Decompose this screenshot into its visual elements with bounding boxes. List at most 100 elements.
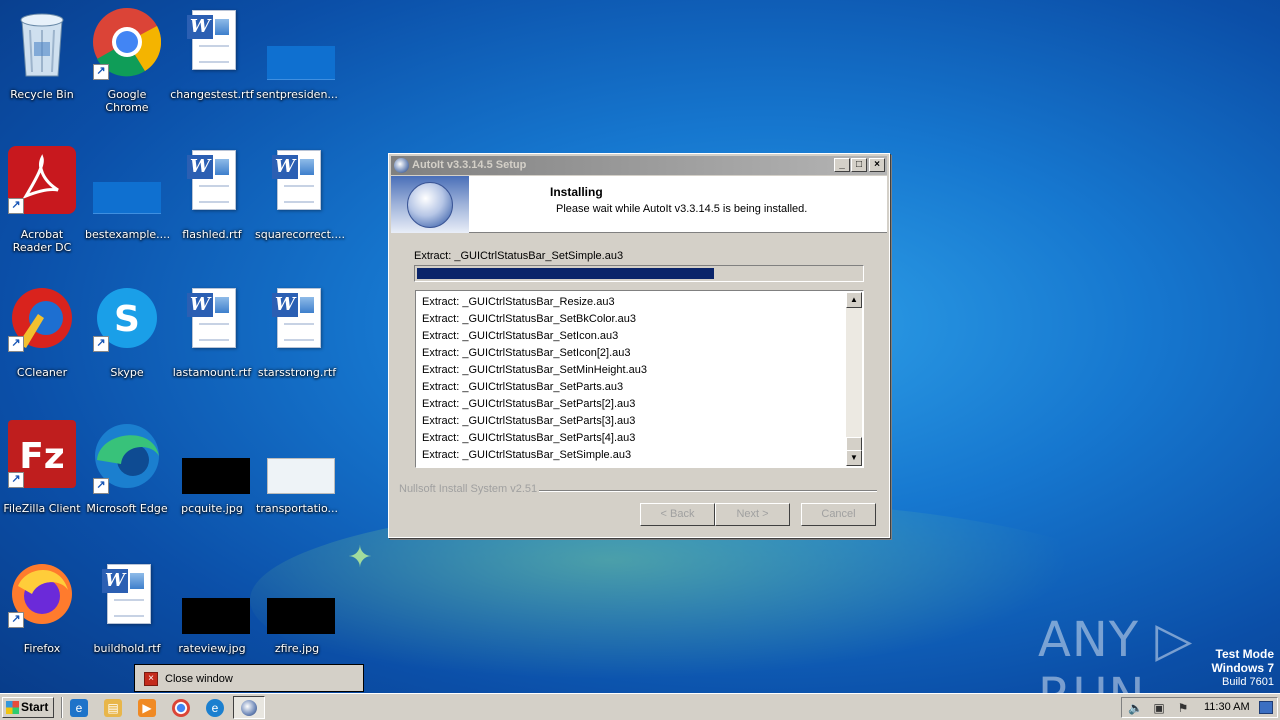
desktop-icon-buildhold[interactable]: W buildhold.rtf xyxy=(85,560,169,680)
desktop-icon-skype[interactable]: S ↗ Skype xyxy=(85,284,169,404)
icon-label: bestexample.... xyxy=(85,228,171,241)
image-file-icon xyxy=(263,560,335,636)
setup-dialog: AutoIt v3.3.14.5 Setup _ □ × Installing … xyxy=(388,153,890,538)
icon-label: zfire.jpg xyxy=(274,642,320,655)
log-line: Extract: _GUICtrlStatusBar_Resize.au3 xyxy=(422,296,615,308)
icon-label: sentpresiden... xyxy=(256,88,338,101)
icon-label: starsstrong.rtf xyxy=(257,366,337,379)
autoit-setup-icon xyxy=(394,158,409,173)
test-mode-notice: Test Mode Windows 7 Build 7601 xyxy=(1211,647,1274,689)
firefox-icon: ↗ xyxy=(8,560,76,636)
windows-logo-icon: ✦ xyxy=(347,541,373,574)
log-line: Extract: _GUICtrlStatusBar_SetIcon.au3 xyxy=(422,330,619,342)
desktop-icon-bestexample[interactable]: bestexample.... xyxy=(85,146,171,266)
minimize-button[interactable]: _ xyxy=(834,158,850,172)
icon-label: flashled.rtf xyxy=(182,228,242,241)
desktop-icon-edge[interactable]: ↗ Microsoft Edge xyxy=(85,420,169,540)
test-mode-line: Test Mode xyxy=(1215,647,1274,661)
branding-divider xyxy=(539,490,877,492)
log-line: Extract: _GUICtrlStatusBar_SetSimple.au3 xyxy=(422,449,632,461)
desktop-icon-starsstrong[interactable]: W starsstrong.rtf xyxy=(255,284,339,404)
show-desktop-icon[interactable] xyxy=(1259,701,1273,714)
icon-label: Google Chrome xyxy=(105,88,149,114)
log-line: Extract: _GUICtrlStatusBar_SetParts.au3 xyxy=(422,381,624,393)
desktop-icon-sentpresiden[interactable]: sentpresiden... xyxy=(255,6,339,126)
explorer-icon[interactable]: ▤ xyxy=(104,699,122,717)
close-window-icon: × xyxy=(144,672,158,686)
header-title: Installing xyxy=(550,185,603,199)
desktop-icon-recycle-bin[interactable]: Recycle Bin xyxy=(0,6,84,126)
dialog-titlebar[interactable]: AutoIt v3.3.14.5 Setup _ □ × xyxy=(391,156,887,175)
word-document-icon: W xyxy=(178,6,246,82)
installer-logo-icon xyxy=(391,176,469,233)
icon-label: squarecorrect.... xyxy=(255,228,345,241)
install-log-list[interactable]: Extract: _GUICtrlStatusBar_Resize.au3 Ext… xyxy=(415,290,864,468)
icon-label: buildhold.rtf xyxy=(93,642,161,655)
log-line: Extract: _GUICtrlStatusBar_SetParts[2].a… xyxy=(422,398,636,410)
icon-label: rateview.jpg xyxy=(178,642,246,655)
start-label: Start xyxy=(21,700,49,714)
icon-label: lastamount.rtf xyxy=(172,366,252,379)
icon-label: Recycle Bin xyxy=(10,88,74,101)
edge-icon[interactable]: e xyxy=(206,699,224,717)
icon-label: CCleaner xyxy=(16,366,68,379)
taskbar-autoit-setup[interactable] xyxy=(233,696,265,719)
desktop-icon-pcquite[interactable]: pcquite.jpg xyxy=(170,420,254,540)
word-document-icon: W xyxy=(178,146,246,222)
network-icon[interactable]: ▣ xyxy=(1152,701,1166,715)
skype-icon: S ↗ xyxy=(93,284,161,360)
close-button[interactable]: × xyxy=(869,158,885,172)
autoit-setup-icon xyxy=(241,700,257,716)
icon-label: changestest.rtf xyxy=(170,88,254,101)
desktop-icon-acrobat[interactable]: ↗ Acrobat Reader DC xyxy=(0,146,84,266)
action-center-flag-icon[interactable]: ⚑ xyxy=(1176,701,1190,715)
log-line: Extract: _GUICtrlStatusBar_SetIcon[2].au… xyxy=(422,347,631,359)
progress-fill xyxy=(417,268,714,279)
dialog-title: AutoIt v3.3.14.5 Setup xyxy=(412,159,527,171)
chrome-icon[interactable] xyxy=(172,699,190,717)
desktop-icon-ccleaner[interactable]: ↗ CCleaner xyxy=(0,284,84,404)
word-document-icon: W xyxy=(263,146,331,222)
icon-label: Skype xyxy=(110,366,144,379)
desktop-icon-chrome[interactable]: ↗ Google Chrome xyxy=(85,6,169,126)
icon-label: Microsoft Edge xyxy=(86,502,168,515)
svg-text:S: S xyxy=(114,299,140,340)
taskbar: Start e ▤ ▶ e 🔈 ▣ ⚑ 11:30 AM xyxy=(0,693,1280,720)
desktop-icon-changestest[interactable]: W changestest.rtf xyxy=(170,6,254,126)
close-window-menu-item[interactable]: × Close window xyxy=(134,664,364,692)
clock[interactable]: 11:30 AM xyxy=(1204,701,1250,713)
cancel-button[interactable]: Cancel xyxy=(801,503,876,526)
desktop-icon-firefox[interactable]: ↗ Firefox xyxy=(0,560,84,680)
desktop-icon-flashled[interactable]: W flashled.rtf xyxy=(170,146,254,266)
current-action-label: Extract: _GUICtrlStatusBar_SetSimple.au3 xyxy=(414,250,624,262)
maximize-button[interactable]: □ xyxy=(851,158,867,172)
desktop-icon-filezilla[interactable]: Fz ↗ FileZilla Client xyxy=(0,420,84,540)
back-button[interactable]: < Back xyxy=(640,503,715,526)
image-file-icon xyxy=(178,560,250,636)
desktop-icon-lastamount[interactable]: W lastamount.rtf xyxy=(170,284,254,404)
dialog-header: Installing Please wait while AutoIt v3.3… xyxy=(391,176,887,233)
media-player-icon[interactable]: ▶ xyxy=(138,699,156,717)
log-scrollbar[interactable]: ▲ ▼ xyxy=(846,292,862,466)
nsis-branding: Nullsoft Install System v2.51 xyxy=(399,483,538,495)
word-document-icon: W xyxy=(263,284,331,360)
desktop-icon-transportatio[interactable]: transportatio... xyxy=(255,420,339,540)
icon-label: Acrobat Reader DC xyxy=(12,228,72,254)
log-line: Extract: _GUICtrlStatusBar_SetParts[3].a… xyxy=(422,415,636,427)
word-document-icon: W xyxy=(178,284,246,360)
scroll-thumb[interactable] xyxy=(846,437,862,451)
volume-icon[interactable]: 🔈 xyxy=(1128,701,1143,715)
start-button[interactable]: Start xyxy=(2,697,54,718)
icon-label: pcquite.jpg xyxy=(181,502,243,515)
scroll-up-icon[interactable]: ▲ xyxy=(846,292,862,308)
desktop-icon-zfire[interactable]: zfire.jpg xyxy=(255,560,339,680)
word-document-icon: W xyxy=(93,560,161,636)
scroll-down-icon[interactable]: ▼ xyxy=(846,450,862,466)
next-button[interactable]: Next > xyxy=(715,503,790,526)
log-line: Extract: _GUICtrlStatusBar_SetBkColor.au… xyxy=(422,313,636,325)
build-line: Build 7601 xyxy=(1222,676,1274,688)
system-tray: 🔈 ▣ ⚑ 11:30 AM xyxy=(1121,697,1278,718)
ie-icon[interactable]: e xyxy=(70,699,88,717)
desktop-icon-rateview[interactable]: rateview.jpg xyxy=(170,560,254,680)
desktop-icon-squarecorrect[interactable]: W squarecorrect.... xyxy=(255,146,345,266)
